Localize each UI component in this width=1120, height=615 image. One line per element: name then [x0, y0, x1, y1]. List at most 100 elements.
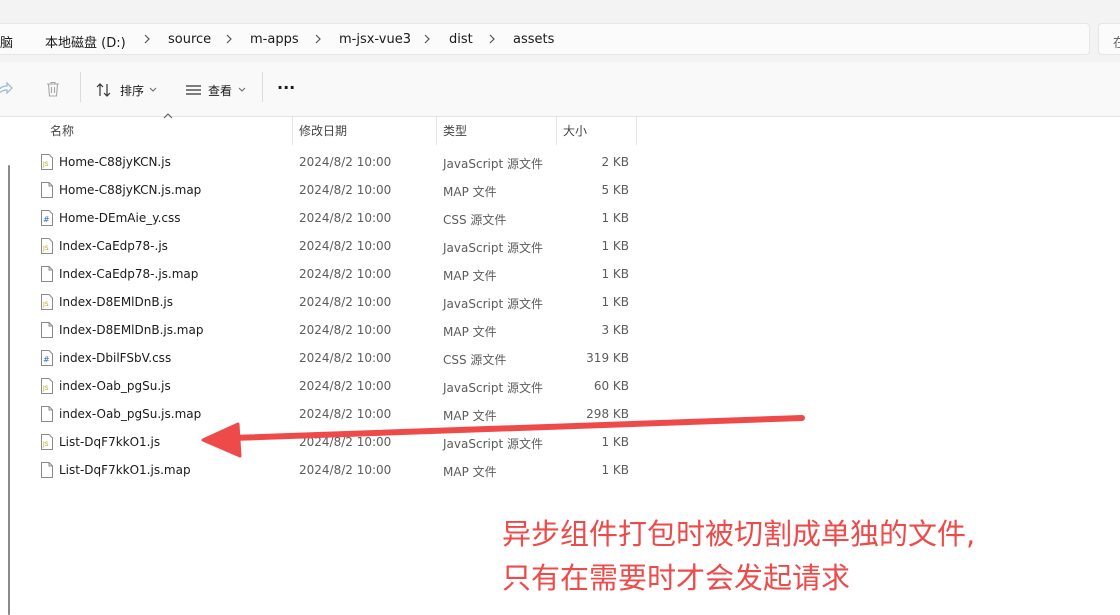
search-placeholder: 在 — [1113, 36, 1120, 51]
file-date: 2024/8/2 10:00 — [299, 267, 392, 281]
file-size: 1 KB — [601, 463, 629, 477]
map-file-icon — [41, 322, 53, 338]
delete-icon[interactable] — [44, 80, 62, 98]
search-input[interactable]: 在 — [1098, 23, 1120, 55]
file-row[interactable]: # Home-DEmAie_y.css 2024/8/2 10:00 CSS 源文件 1… — [38, 205, 638, 233]
file-type: JavaScript 源文件 — [443, 297, 543, 311]
svg-text:JS: JS — [42, 245, 49, 252]
file-size: 2 KB — [601, 155, 629, 169]
share-icon[interactable] — [0, 80, 14, 98]
file-name: Index-CaEdp78-.js.map — [59, 267, 199, 281]
file-date: 2024/8/2 10:00 — [299, 463, 392, 477]
file-size: 1 KB — [601, 239, 629, 253]
file-row[interactable]: JS Index-CaEdp78-.js 2024/8/2 10:00 JavaScr… — [38, 233, 638, 261]
svg-text:JS: JS — [42, 385, 49, 392]
view-button[interactable]: 查看 — [208, 82, 232, 99]
file-name: List-DqF7kkO1.js.map — [59, 463, 191, 477]
address-bar[interactable]: 脑 本地磁盘 (D:) source m-apps m-jsx-vue3 dis… — [0, 23, 1090, 55]
breadcrumb-item-m-jsx-vue3[interactable]: m-jsx-vue3 — [339, 32, 411, 47]
file-type: MAP 文件 — [443, 185, 497, 199]
file-row[interactable]: List-DqF7kkO1.js.map 2024/8/2 10:00 MAP 文件… — [38, 457, 638, 485]
address-bar-area: 脑 本地磁盘 (D:) source m-apps m-jsx-vue3 dis… — [0, 0, 1120, 62]
map-file-icon — [41, 462, 53, 478]
file-size: 1 KB — [601, 295, 629, 309]
file-row[interactable]: JS Home-C88jyKCN.js 2024/8/2 10:00 JavaScri… — [38, 149, 638, 177]
breadcrumb-item-drive[interactable]: 本地磁盘 (D:) — [45, 32, 126, 51]
file-date: 2024/8/2 10:00 — [299, 379, 392, 393]
file-date: 2024/8/2 10:00 — [299, 183, 392, 197]
file-type: CSS 源文件 — [443, 353, 507, 367]
file-date: 2024/8/2 10:00 — [299, 211, 392, 225]
chevron-right-icon — [226, 34, 232, 44]
chevron-down-icon — [149, 87, 157, 92]
svg-text:#: # — [43, 215, 50, 224]
sort-icon[interactable] — [95, 82, 113, 98]
chevron-down-icon — [238, 87, 246, 92]
file-row[interactable]: index-Oab_pgSu.js.map 2024/8/2 10:00 MAP 文… — [38, 401, 638, 429]
chevron-right-icon — [489, 34, 495, 44]
breadcrumb-partial[interactable]: 脑 — [0, 32, 13, 51]
file-row[interactable]: Home-C88jyKCN.js.map 2024/8/2 10:00 MAP 文件… — [38, 177, 638, 205]
file-row[interactable]: Index-D8EMlDnB.js.map 2024/8/2 10:00 MAP 文… — [38, 317, 638, 345]
file-type: CSS 源文件 — [443, 213, 507, 227]
file-name: index-Oab_pgSu.js.map — [59, 407, 202, 421]
css-file-icon: # — [41, 350, 53, 366]
file-size: 298 KB — [586, 407, 629, 421]
navigation-scrollbar[interactable] — [8, 165, 10, 615]
file-type: MAP 文件 — [443, 269, 497, 283]
file-name: Home-C88jyKCN.js — [59, 155, 171, 169]
sort-button[interactable]: 排序 — [120, 82, 144, 99]
file-type: JavaScript 源文件 — [443, 241, 543, 255]
file-name: Index-CaEdp78-.js — [59, 239, 168, 253]
file-name: Home-DEmAie_y.css — [59, 211, 181, 225]
file-row[interactable]: JS List-DqF7kkO1.js 2024/8/2 10:00 JavaScri… — [38, 429, 638, 457]
svg-text:#: # — [43, 355, 50, 364]
annotation-text-line1: 异步组件打包时被切割成单独的文件, — [502, 517, 976, 551]
js-file-icon: JS — [41, 154, 53, 170]
file-date: 2024/8/2 10:00 — [299, 351, 392, 365]
column-header-type[interactable]: 类型 — [437, 117, 557, 145]
css-file-icon: # — [41, 210, 53, 226]
file-type: MAP 文件 — [443, 325, 497, 339]
file-date: 2024/8/2 10:00 — [299, 435, 392, 449]
file-type: MAP 文件 — [443, 465, 497, 479]
toolbar-divider — [262, 72, 263, 102]
breadcrumb-item-assets[interactable]: assets — [513, 32, 554, 47]
breadcrumb-item-dist[interactable]: dist — [449, 32, 473, 47]
file-size: 1 KB — [601, 435, 629, 449]
file-size: 1 KB — [601, 211, 629, 225]
file-type: JavaScript 源文件 — [443, 437, 543, 451]
file-row[interactable]: Index-CaEdp78-.js.map 2024/8/2 10:00 MAP 文… — [38, 261, 638, 289]
svg-text:JS: JS — [42, 441, 49, 448]
column-header-size[interactable]: 大小 — [557, 117, 637, 145]
svg-text:JS: JS — [42, 301, 49, 308]
file-date: 2024/8/2 10:00 — [299, 295, 392, 309]
file-size: 60 KB — [593, 379, 629, 393]
file-row[interactable]: # index-DbilFSbV.css 2024/8/2 10:00 CSS 源文件… — [38, 345, 638, 373]
file-name: index-DbilFSbV.css — [59, 351, 172, 365]
file-size: 319 KB — [586, 351, 629, 365]
chevron-right-icon — [424, 34, 430, 44]
file-type: JavaScript 源文件 — [443, 381, 543, 395]
file-row[interactable]: JS Index-D8EMlDnB.js 2024/8/2 10:00 JavaScr… — [38, 289, 638, 317]
js-file-icon: JS — [41, 434, 53, 450]
column-header-date[interactable]: 修改日期 — [293, 117, 437, 145]
svg-text:JS: JS — [42, 161, 49, 168]
annotation-text-line2: 只有在需要时才会发起请求 — [502, 561, 851, 595]
breadcrumb-item-m-apps[interactable]: m-apps — [250, 32, 299, 47]
file-date: 2024/8/2 10:00 — [299, 323, 392, 337]
file-date: 2024/8/2 10:00 — [299, 239, 392, 253]
file-name: index-Oab_pgSu.js — [59, 379, 171, 393]
view-icon[interactable] — [185, 83, 202, 97]
file-name: Index-D8EMlDnB.js — [59, 295, 173, 309]
map-file-icon — [41, 266, 53, 282]
more-options-button[interactable]: ··· — [277, 78, 295, 97]
file-date: 2024/8/2 10:00 — [299, 155, 392, 169]
file-name: List-DqF7kkO1.js — [59, 435, 161, 449]
file-type: JavaScript 源文件 — [443, 157, 543, 171]
js-file-icon: JS — [41, 378, 53, 394]
chevron-right-icon — [315, 34, 321, 44]
breadcrumb-item-source[interactable]: source — [168, 32, 211, 47]
column-header-name[interactable]: 名称 — [44, 117, 293, 145]
file-row[interactable]: JS index-Oab_pgSu.js 2024/8/2 10:00 JavaScr… — [38, 373, 638, 401]
